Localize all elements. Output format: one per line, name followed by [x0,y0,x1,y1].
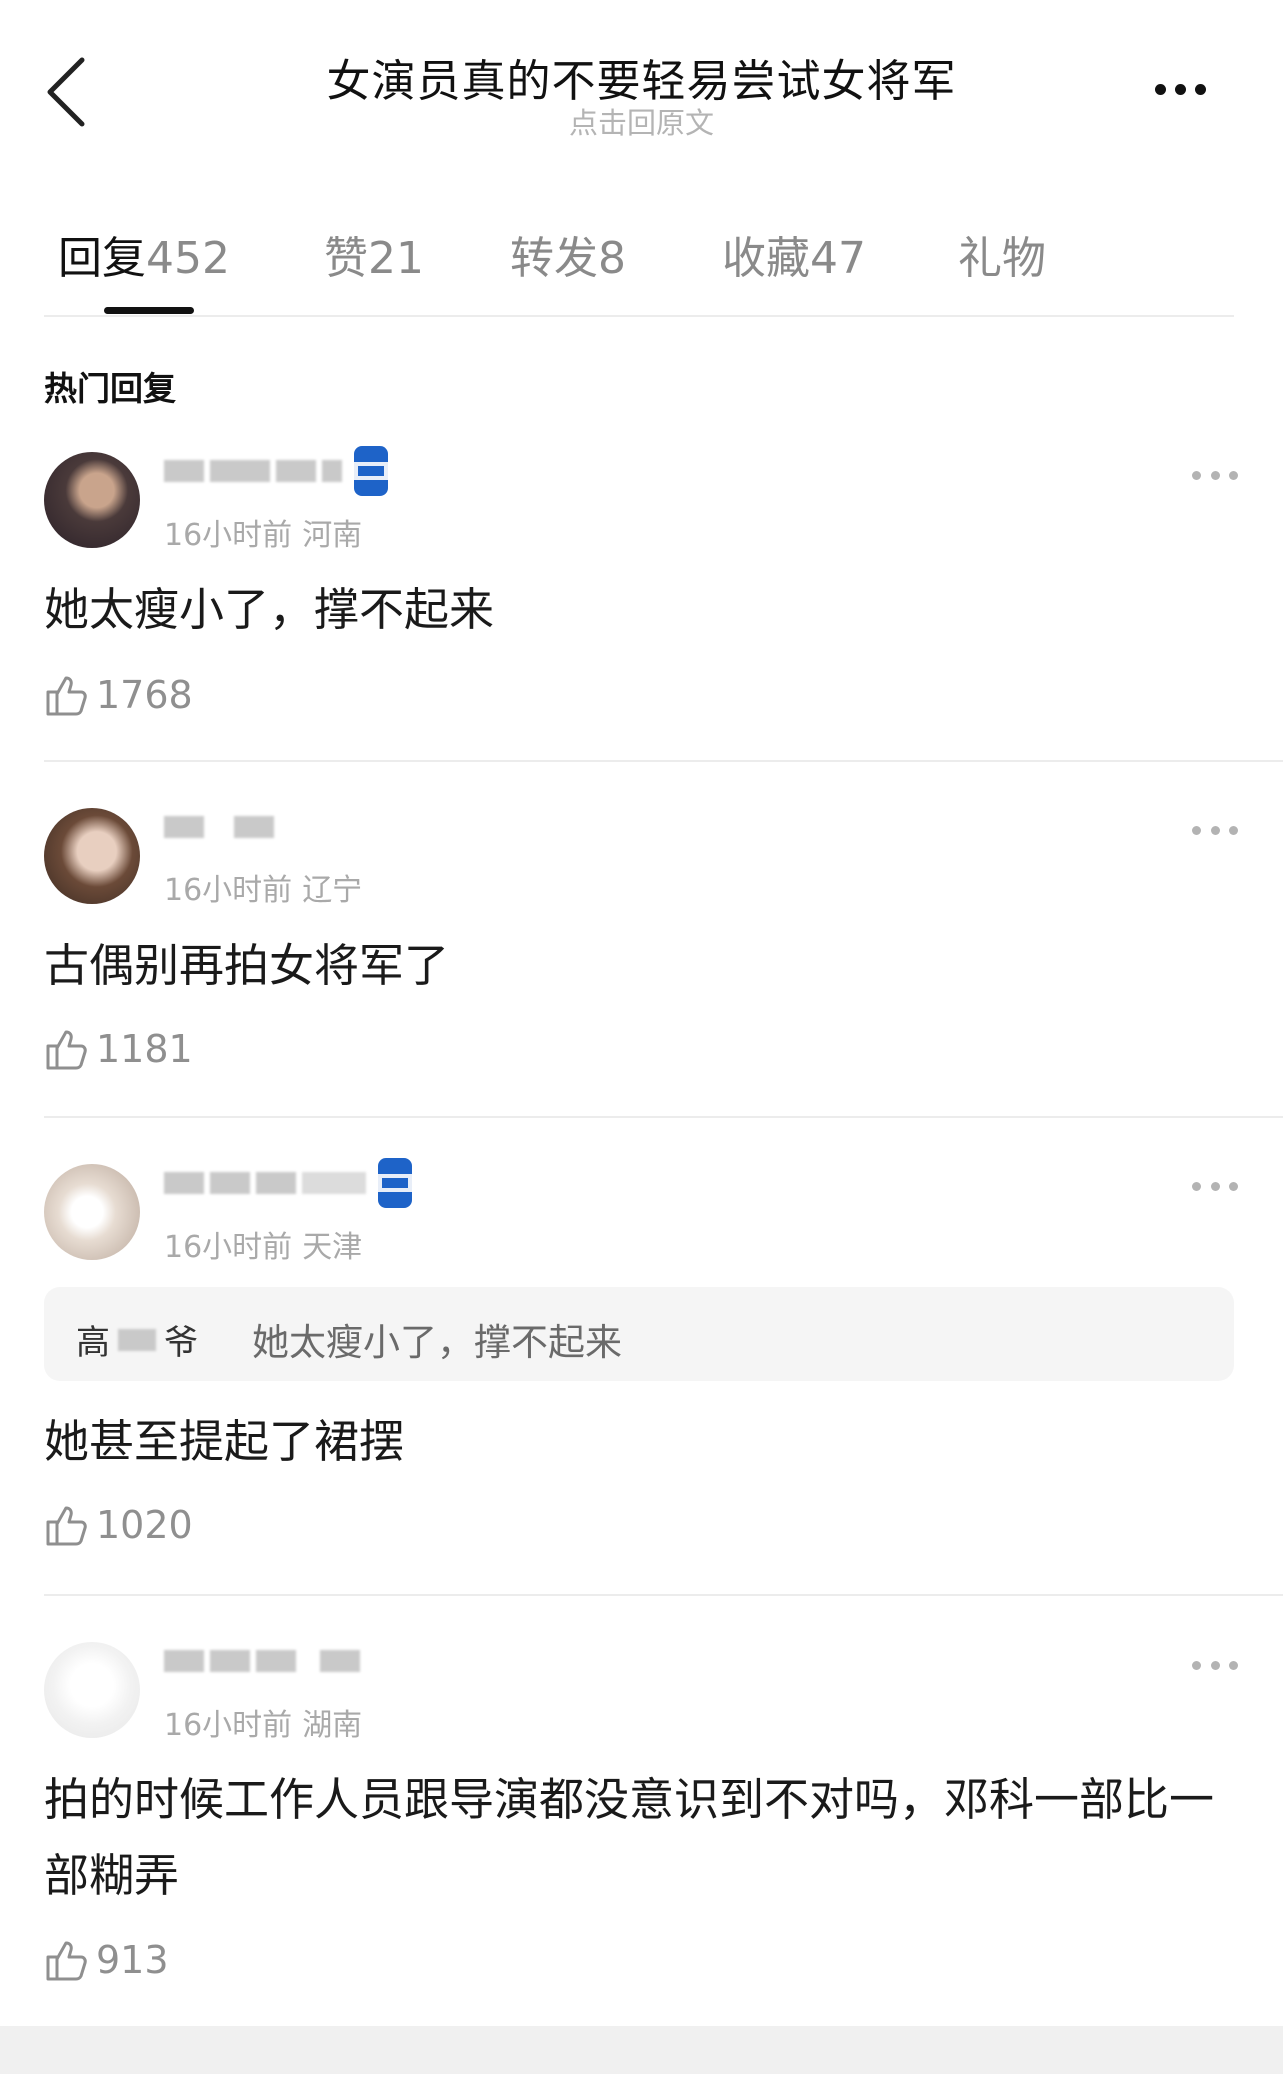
quoted-text: 她太瘦小了，撑不起来 [252,1321,622,1364]
like-button[interactable]: 1181 [44,1024,193,1074]
quoted-username-fragment: 高 [76,1323,110,1363]
thumbs-up-icon [46,1030,87,1070]
tab-reposts[interactable]: 转发8 [510,222,626,286]
like-count: 1181 [96,1027,193,1071]
comment-time: 16小时前 [164,1230,293,1265]
comment-text: 古偶别再拍女将军了 [44,939,450,992]
comment-location: 辽宁 [302,873,363,908]
tab-favorites[interactable]: 收藏47 [722,222,866,286]
comment-meta: 16小时前 河南 [164,510,362,554]
comment-location: 湖南 [302,1708,363,1743]
tab-likes[interactable]: 赞21 [324,222,424,286]
comment-text: 她甚至提起了裙摆 [44,1415,405,1468]
tab-count: 452 [146,233,230,284]
comment-more-icon[interactable] [1192,1661,1238,1673]
comment-location: 天津 [302,1230,363,1265]
comment-divider [44,1594,1283,1596]
tab-label: 回复 [58,233,146,284]
comment-more-icon[interactable] [1192,1182,1238,1194]
comment-divider [44,760,1283,762]
can-badge-icon [354,446,388,496]
hot-replies-heading: 热门回复 [44,369,176,408]
thumbs-up-icon [46,676,87,716]
avatar[interactable] [44,1164,140,1260]
comment-more-icon[interactable] [1192,826,1238,838]
like-button[interactable]: 1020 [44,1500,193,1550]
tab-count: 47 [810,233,866,284]
username[interactable] [164,808,274,846]
comment-time: 16小时前 [164,873,293,908]
like-count: 1020 [96,1503,193,1547]
avatar[interactable] [44,808,140,904]
comment-time: 16小时前 [164,1708,293,1743]
active-tab-indicator [104,307,194,314]
like-count: 913 [96,1938,169,1982]
tab-replies[interactable]: 回复452 [58,222,230,286]
tab-label: 礼物 [958,233,1046,284]
tab-label: 收藏 [722,233,810,284]
thumbs-up-icon [46,1506,87,1546]
comment-meta: 16小时前 辽宁 [164,865,362,909]
quoted-username-fragment: 爷 [164,1323,198,1363]
view-original-link[interactable]: 点击回原文 [0,100,1283,142]
tab-label: 赞 [324,233,368,284]
avatar[interactable] [44,1642,140,1738]
tab-divider [44,315,1234,317]
comment-divider [44,1116,1283,1118]
comment-text: 拍的时候工作人员跟导演都没意识到不对吗，邓科一部比一部糊弄 [44,1773,1215,1902]
avatar[interactable] [44,452,140,548]
username[interactable] [164,1642,360,1680]
like-button[interactable]: 1768 [44,670,193,720]
tab-gifts[interactable]: 礼物 [958,222,1046,286]
more-options-icon[interactable] [1155,80,1225,102]
bottom-bar [0,2026,1283,2074]
comment-text: 她太瘦小了，撑不起来 [44,583,495,636]
tab-count: 8 [598,233,626,284]
can-badge-icon [378,1158,412,1208]
username[interactable] [164,1158,418,1208]
tab-label: 转发 [510,233,598,284]
comment-location: 河南 [302,518,363,553]
username[interactable] [164,446,394,496]
quoted-reply[interactable] [44,1287,1234,1381]
tab-count: 21 [368,233,424,284]
quoted-username[interactable]: 高 爷 [76,1315,198,1364]
comment-meta: 16小时前 天津 [164,1222,362,1266]
thumbs-up-icon [46,1941,87,1981]
like-button[interactable]: 913 [44,1935,169,1985]
comment-time: 16小时前 [164,518,293,553]
comment-more-icon[interactable] [1192,471,1238,483]
like-count: 1768 [96,673,193,717]
comment-meta: 16小时前 湖南 [164,1700,362,1744]
